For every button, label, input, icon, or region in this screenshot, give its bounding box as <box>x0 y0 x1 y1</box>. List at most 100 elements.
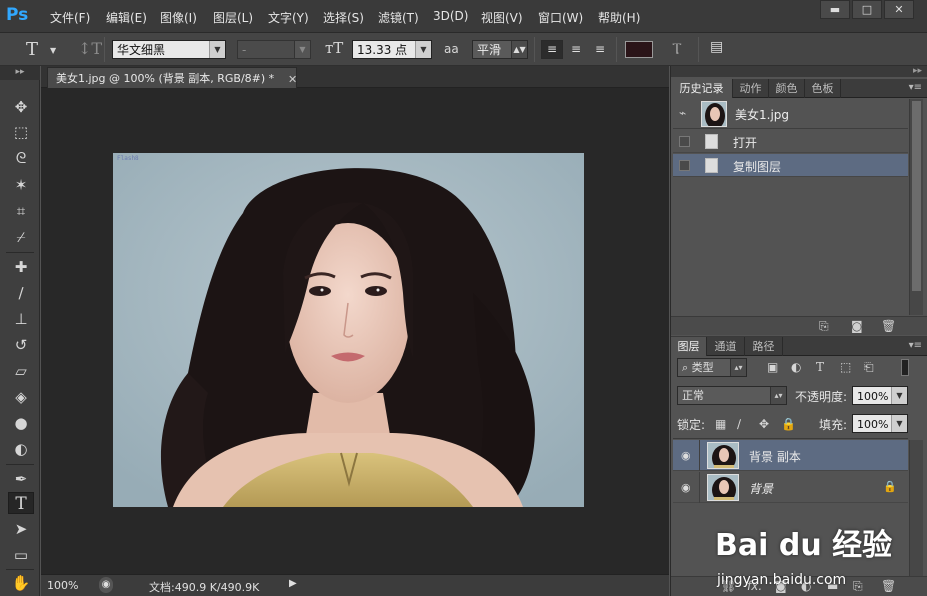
menu-file[interactable]: 文件(F) <box>50 9 90 26</box>
tab-paths[interactable]: 路径 <box>745 337 783 356</box>
blur-tool-icon[interactable]: ● <box>8 412 34 434</box>
crop-tool-icon[interactable]: ⌗ <box>8 200 34 222</box>
filter-pixel-layers-icon[interactable]: ▣ <box>767 360 778 374</box>
menu-filter[interactable]: 滤镜(T) <box>378 9 419 26</box>
font-family-select[interactable]: 华文细黑 ▼ <box>112 40 226 59</box>
menu-window[interactable]: 窗口(W) <box>538 9 583 26</box>
history-state-checkbox[interactable] <box>679 136 690 147</box>
filter-smart-objects-icon[interactable]: ⎗ <box>864 360 874 375</box>
healing-brush-tool-icon[interactable]: ✚ <box>8 256 34 278</box>
close-icon[interactable]: ✕ <box>288 69 297 90</box>
tab-history[interactable]: 历史记录 <box>671 79 733 98</box>
font-size-select[interactable]: 13.33 点 ▼ <box>352 40 432 59</box>
panel-menu-icon[interactable]: ▾≡ <box>909 82 922 93</box>
layer-row-background[interactable]: ◉ 背景 🔒 <box>673 472 908 503</box>
lock-icon[interactable]: 🔒 <box>883 480 897 493</box>
tab-actions[interactable]: 动作 <box>733 79 769 98</box>
lock-position-icon[interactable]: ✥ <box>759 417 769 431</box>
document-tab[interactable]: 美女1.jpg @ 100% (背景 副本, RGB/8#) * ✕ <box>47 67 297 88</box>
new-document-from-state-icon[interactable]: ⎘ <box>819 319 829 334</box>
lock-image-pixels-icon[interactable]: ∕ <box>737 417 741 431</box>
menu-image[interactable]: 图像(I) <box>160 9 197 26</box>
history-brush-source-icon[interactable]: ⌁ <box>679 106 686 120</box>
layer-filter-toggle[interactable] <box>901 359 909 376</box>
trash-icon[interactable]: 🗑 <box>881 319 896 333</box>
fill-field[interactable]: 100% ▼ <box>852 414 908 433</box>
text-orientation-icon[interactable]: ↕T <box>78 39 102 58</box>
layers-scrollbar[interactable] <box>909 440 923 576</box>
menu-type[interactable]: 文字(Y) <box>268 9 309 26</box>
blend-mode-select[interactable]: 正常 ▴▾ <box>677 386 787 405</box>
adjustment-layer-icon[interactable]: ◐ <box>801 579 811 593</box>
filter-shape-layers-icon[interactable]: ⬚ <box>840 360 851 374</box>
lasso-tool-icon[interactable]: ᘓ <box>8 147 34 169</box>
pen-tool-icon[interactable]: ✒ <box>8 468 34 490</box>
status-info-icon[interactable]: ◉ <box>99 577 113 593</box>
eye-icon[interactable]: ◉ <box>681 481 691 494</box>
character-panel-icon[interactable]: ▤ <box>710 39 723 55</box>
type-tool-icon[interactable]: T <box>8 492 34 514</box>
layer-style-fx-icon[interactable]: fx. <box>747 579 762 593</box>
history-scroll-thumb[interactable] <box>912 101 921 291</box>
add-mask-icon[interactable]: ◙ <box>775 579 787 593</box>
zoom-level[interactable]: 100% <box>47 579 78 592</box>
preset-dropdown-icon[interactable]: ▼ <box>50 46 56 55</box>
font-style-select[interactable]: - ▼ <box>237 40 311 59</box>
lock-all-icon[interactable]: 🔒 <box>781 417 796 431</box>
align-center-button[interactable]: ≡ <box>565 40 587 59</box>
minimize-button[interactable]: ▬ <box>820 0 850 19</box>
history-state-checkbox[interactable] <box>679 160 690 171</box>
new-layer-icon[interactable]: ⎘ <box>853 579 863 594</box>
status-menu-arrow-icon[interactable]: ▶ <box>289 578 297 589</box>
history-scrollbar[interactable] <box>909 99 923 315</box>
dodge-tool-icon[interactable]: ◐ <box>8 438 34 460</box>
menu-view[interactable]: 视图(V) <box>481 9 523 26</box>
eye-icon[interactable]: ◉ <box>681 449 691 462</box>
layer-name[interactable]: 背景 副本 <box>749 448 801 465</box>
path-selection-tool-icon[interactable]: ➤ <box>8 518 34 540</box>
marquee-tool-icon[interactable]: ⬚ <box>8 121 34 143</box>
opacity-field[interactable]: 100% ▼ <box>852 386 908 405</box>
warp-text-icon[interactable]: Ⲧ <box>672 39 682 59</box>
image-canvas[interactable]: Flash8 <box>113 153 584 507</box>
history-snapshot-row[interactable]: ⌁ 美女1.jpg <box>673 99 908 129</box>
panel-dock-grip[interactable]: ▸▸ <box>671 66 927 77</box>
history-item-open[interactable]: 打开 <box>673 130 908 153</box>
tab-swatches[interactable]: 色板 <box>805 79 841 98</box>
history-brush-tool-icon[interactable]: ↺ <box>8 334 34 356</box>
filter-type-layers-icon[interactable]: T <box>816 360 824 374</box>
link-layers-icon[interactable]: ⛓ <box>721 579 736 593</box>
menu-select[interactable]: 选择(S) <box>323 9 364 26</box>
menu-layer[interactable]: 图层(L) <box>213 9 253 26</box>
hand-tool-icon[interactable]: ✋ <box>8 572 34 594</box>
close-window-button[interactable]: ✕ <box>884 0 914 19</box>
filter-adjustment-layers-icon[interactable]: ◐ <box>791 360 801 374</box>
paint-bucket-tool-icon[interactable]: ◈ <box>8 386 34 408</box>
align-right-button[interactable]: ≡ <box>589 40 611 59</box>
eraser-tool-icon[interactable]: ▱ <box>8 360 34 382</box>
panel-menu-icon[interactable]: ▾≡ <box>909 340 922 351</box>
lock-transparent-pixels-icon[interactable]: ▦ <box>715 417 726 431</box>
toolbar-collapse-grip[interactable]: ▸▸ <box>0 66 40 80</box>
history-item-duplicate-layer[interactable]: 复制图层 <box>673 154 908 177</box>
align-left-button[interactable]: ≡ <box>541 40 563 59</box>
maximize-button[interactable]: □ <box>852 0 882 19</box>
tab-channels[interactable]: 通道 <box>707 337 745 356</box>
menu-3d[interactable]: 3D(D) <box>433 9 468 23</box>
layer-row-background-copy[interactable]: ◉ 背景 副本 <box>673 440 908 471</box>
new-group-folder-icon[interactable]: ▬ <box>827 579 838 593</box>
brush-tool-icon[interactable]: ∕ <box>8 282 34 304</box>
menu-help[interactable]: 帮助(H) <box>598 9 640 26</box>
rectangle-tool-icon[interactable]: ▭ <box>8 544 34 566</box>
tab-color[interactable]: 颜色 <box>769 79 805 98</box>
layer-filter-kind-select[interactable]: ⌕ 类型 ▴▾ <box>677 358 747 377</box>
tab-layers[interactable]: 图层 <box>671 337 707 356</box>
layer-name[interactable]: 背景 <box>749 480 773 497</box>
move-tool-icon[interactable]: ✥ <box>8 96 34 118</box>
menu-edit[interactable]: 编辑(E) <box>106 9 147 26</box>
magic-wand-tool-icon[interactable]: ✶ <box>8 174 34 196</box>
trash-icon[interactable]: 🗑 <box>881 579 896 593</box>
text-color-swatch[interactable] <box>625 41 653 58</box>
type-tool-preset-icon[interactable]: T <box>26 39 38 60</box>
camera-icon[interactable]: ◙ <box>851 319 863 333</box>
